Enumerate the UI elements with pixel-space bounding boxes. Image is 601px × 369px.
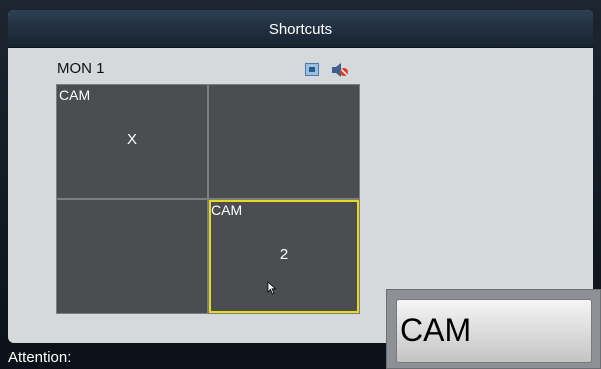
cam-menu-label: CAM xyxy=(400,312,472,348)
mute-icon[interactable] xyxy=(331,62,349,78)
fullscreen-icon[interactable] xyxy=(305,63,319,76)
grid-cell-4[interactable]: CAM 2 xyxy=(209,200,359,313)
grid-cell-1[interactable]: CAM X xyxy=(57,85,207,198)
grid-cell-2[interactable] xyxy=(209,85,359,198)
cell-camera-label: CAM xyxy=(59,87,91,103)
popup-menu: CAM xyxy=(386,289,601,369)
dialog-titlebar: Shortcuts xyxy=(8,10,593,48)
mouse-cursor-icon xyxy=(267,281,277,295)
dialog-title: Shortcuts xyxy=(268,21,333,38)
camera-grid: CAM X CAM 2 xyxy=(56,84,360,314)
cell-camera-label: CAM xyxy=(211,202,243,218)
cam-menu-button[interactable]: CAM xyxy=(396,299,592,363)
cell-camera-number: 2 xyxy=(279,246,289,263)
cell-camera-number: X xyxy=(126,131,137,148)
attention-label: Attention: xyxy=(8,349,72,366)
grid-cell-3[interactable] xyxy=(57,200,207,313)
monitor-label: MON 1 xyxy=(57,60,105,77)
